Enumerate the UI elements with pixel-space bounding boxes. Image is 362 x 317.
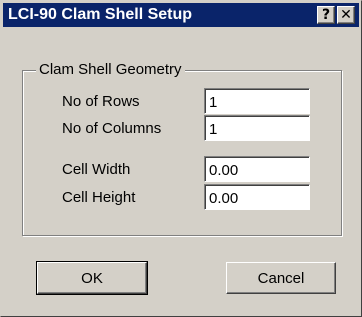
groupbox-title: Clam Shell Geometry <box>36 61 185 79</box>
cell-height-input[interactable] <box>204 184 310 210</box>
dialog-window: LCI-90 Clam Shell Setup ? ✕ Clam Shell G… <box>0 0 362 317</box>
rows-input[interactable] <box>204 88 310 114</box>
help-button[interactable]: ? <box>317 6 335 24</box>
rows-label: No of Rows <box>62 93 140 110</box>
window-title: LCI-90 Clam Shell Setup <box>8 6 193 23</box>
columns-label: No of Columns <box>62 120 162 137</box>
title-bar[interactable]: LCI-90 Clam Shell Setup ? ✕ <box>3 3 359 27</box>
columns-input[interactable] <box>204 115 310 141</box>
ok-button[interactable]: OK <box>36 261 148 295</box>
cell-width-label: Cell Width <box>62 161 131 178</box>
cancel-button[interactable]: Cancel <box>226 262 336 294</box>
cell-width-input[interactable] <box>204 156 310 182</box>
cell-height-label: Cell Height <box>62 189 136 206</box>
close-icon: ✕ <box>340 7 352 23</box>
close-button[interactable]: ✕ <box>337 6 355 24</box>
